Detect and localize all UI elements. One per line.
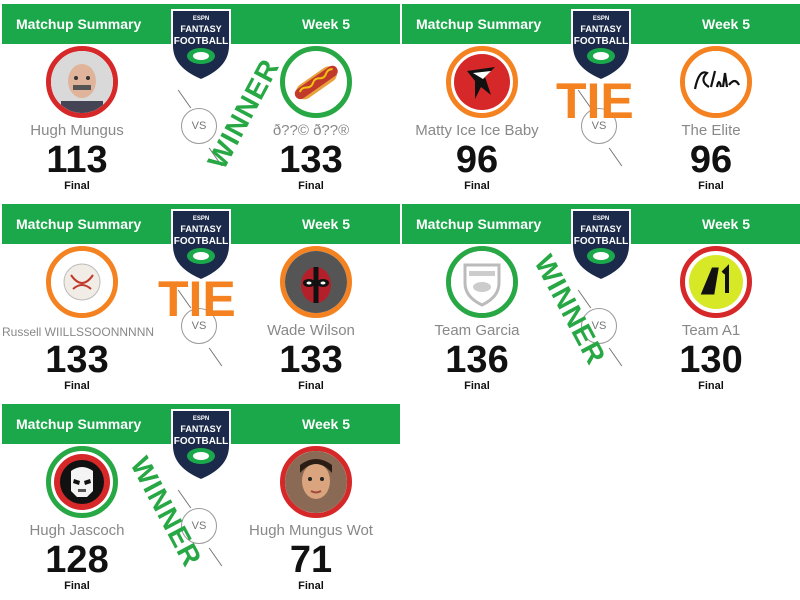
logo-line2: FOOTBALL: [574, 236, 628, 247]
a1-logo-icon: [689, 255, 743, 309]
elite-script-icon: [685, 51, 747, 113]
team-avatar[interactable]: [280, 446, 352, 518]
score-status: Final: [698, 180, 724, 192]
logo-espn: ESPN: [593, 16, 609, 22]
vs-divider: [208, 547, 223, 567]
default-team-logo-icon: [451, 251, 513, 313]
team-avatar[interactable]: [280, 246, 352, 318]
team-score: 71: [289, 539, 333, 581]
team-name: Matty Ice Ice Baby: [415, 122, 539, 139]
woman-face-icon: [285, 451, 347, 513]
team-right[interactable]: The Elite 96 Final: [636, 46, 800, 196]
matchup-card[interactable]: Matchup Summary Week 5 ESPN FANTASY FOOT…: [2, 0, 400, 198]
team-score: 133: [279, 339, 343, 381]
fantasy-football-logo: ESPN FANTASY FOOTBALL: [171, 9, 231, 82]
team-avatar[interactable]: [446, 46, 518, 118]
score-status: Final: [64, 180, 90, 192]
team-name: Team A1: [681, 322, 741, 339]
logo-line2: FOOTBALL: [574, 36, 628, 47]
team-left[interactable]: Hugh Mungus 113 Final: [2, 46, 172, 196]
logo-line1: FANTASY: [180, 24, 221, 34]
team-avatar[interactable]: [446, 246, 518, 318]
team-name: Russell WIILLSSOONNNNN: [2, 325, 155, 339]
team-avatar[interactable]: [680, 46, 752, 118]
logo-line2: FOOTBALL: [174, 36, 228, 47]
team-name: The Elite: [681, 122, 741, 139]
matchup-card[interactable]: Matchup Summary Week 5 ESPN FANTASY FOOT…: [2, 200, 400, 398]
matchup-card[interactable]: Matchup Summary Week 5 ESPN FANTASY FOOT…: [2, 400, 400, 598]
score-status: Final: [698, 380, 724, 392]
tie-label: TIE: [556, 73, 634, 129]
tie-label: TIE: [158, 271, 236, 327]
fantasy-football-logo: ESPN FANTASY FOOTBALL: [571, 209, 631, 282]
team-name: Hugh Jascoch: [29, 522, 125, 539]
team-score: 113: [46, 139, 108, 181]
team-name: ð??© ð??®: [272, 122, 350, 139]
logo-espn: ESPN: [593, 216, 609, 222]
team-avatar[interactable]: [46, 246, 118, 318]
deadpool-icon: [285, 251, 347, 313]
team-score: 133: [45, 339, 109, 381]
team-score: 96: [689, 139, 733, 181]
score-status: Final: [298, 580, 324, 592]
team-left[interactable]: Russell WIILLSSOONNNNN 133 Final: [2, 246, 172, 396]
score-status: Final: [464, 380, 490, 392]
team-left[interactable]: Matty Ice Ice Baby 96 Final: [402, 46, 572, 196]
score-status: Final: [64, 380, 90, 392]
fantasy-football-logo: ESPN FANTASY FOOTBALL: [171, 409, 231, 482]
score-status: Final: [298, 180, 324, 192]
score-status: Final: [298, 380, 324, 392]
header-week: Week 5: [702, 16, 750, 32]
header-week: Week 5: [302, 416, 350, 432]
header-week: Week 5: [702, 216, 750, 232]
team-score: 133: [279, 139, 343, 181]
header-title: Matchup Summary: [16, 16, 142, 32]
logo-espn: ESPN: [193, 216, 209, 222]
header-title: Matchup Summary: [16, 216, 142, 232]
score-status: Final: [64, 580, 90, 592]
logo-line2: FOOTBALL: [174, 436, 228, 447]
logo-line1: FANTASY: [580, 24, 621, 34]
vs-divider: [608, 147, 623, 167]
matchup-card[interactable]: Matchup Summary Week 5 ESPN FANTASY FOOT…: [402, 0, 800, 198]
team-name: Hugh Mungus Wot: [249, 522, 373, 539]
header-title: Matchup Summary: [416, 216, 542, 232]
team-right[interactable]: Wade Wilson 133 Final: [236, 246, 406, 396]
matchup-card[interactable]: Matchup Summary Week 5 ESPN FANTASY FOOT…: [402, 200, 800, 398]
team-right[interactable]: Hugh Mungus Wot 71 Final: [236, 446, 406, 596]
logo-espn: ESPN: [193, 416, 209, 422]
logo-line1: FANTASY: [180, 424, 221, 434]
team-score: 136: [445, 339, 509, 381]
header-title: Matchup Summary: [416, 16, 542, 32]
volleyball-face-icon: [51, 251, 113, 313]
stormtrooper-icon: [54, 454, 110, 510]
team-score: 128: [45, 539, 109, 581]
team-name: Hugh Mungus: [30, 122, 124, 139]
team-avatar[interactable]: [46, 46, 118, 118]
score-status: Final: [464, 180, 490, 192]
team-right[interactable]: Team A1 130 Final: [636, 246, 800, 396]
logo-line1: FANTASY: [180, 224, 221, 234]
team-score: 130: [679, 339, 743, 381]
vs-divider: [608, 347, 623, 367]
header-title: Matchup Summary: [16, 416, 142, 432]
logo-espn: ESPN: [193, 16, 209, 22]
logo-line2: FOOTBALL: [174, 236, 228, 247]
fantasy-football-logo: ESPN FANTASY FOOTBALL: [571, 9, 631, 82]
team-score: 96: [455, 139, 499, 181]
team-avatar[interactable]: [46, 446, 118, 518]
header-week: Week 5: [302, 216, 350, 232]
vs-divider: [177, 89, 192, 109]
team-name: Wade Wilson: [267, 322, 355, 339]
team-avatar[interactable]: [680, 246, 752, 318]
logo-line1: FANTASY: [580, 224, 621, 234]
man-face-icon: [51, 51, 113, 113]
vs-divider: [208, 347, 223, 367]
falcon-icon: [454, 54, 510, 110]
team-avatar[interactable]: [280, 46, 352, 118]
team-name: Team Garcia: [434, 322, 520, 339]
header-week: Week 5: [302, 16, 350, 32]
hot-dog-icon: [294, 65, 338, 100]
